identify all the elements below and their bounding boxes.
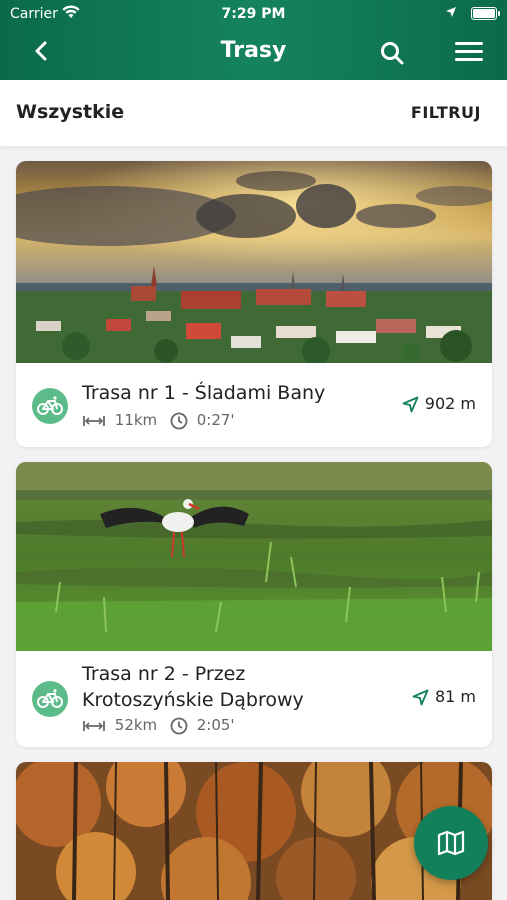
route-length: 52km bbox=[114, 716, 158, 734]
route-card[interactable]: Trasa nr 2 - Przez Krotoszyńskie Dąbrowy… bbox=[16, 462, 492, 747]
navigation-arrow-icon bbox=[402, 396, 419, 413]
filter-bar: Wszystkie FILTRUJ bbox=[0, 80, 507, 146]
route-meta: 11km 0:27' bbox=[82, 411, 235, 430]
route-info: Trasa nr 2 - Przez Krotoszyńskie Dąbrowy… bbox=[16, 651, 492, 747]
route-name: Trasa nr 2 - Przez Krotoszyńskie Dąbrowy bbox=[82, 661, 304, 713]
all-routes-label: Wszystkie bbox=[16, 101, 125, 123]
page-title: Trasy bbox=[220, 38, 287, 63]
route-name: Trasa nr 1 - Śladami Bany bbox=[82, 382, 326, 404]
route-duration: 0:27' bbox=[196, 411, 235, 429]
location-arrow-icon bbox=[446, 7, 456, 17]
search-icon[interactable] bbox=[378, 39, 406, 67]
route-card[interactable]: Trasa nr 1 - Śladami Bany 11km 0:27' 902… bbox=[16, 161, 492, 447]
length-icon bbox=[83, 720, 105, 731]
nav-bar: Trasy bbox=[0, 30, 507, 76]
navigation-arrow-icon bbox=[412, 689, 429, 706]
route-distance: 81 m bbox=[412, 687, 476, 706]
filter-button[interactable]: FILTRUJ bbox=[411, 103, 481, 122]
hamburger-menu-icon[interactable] bbox=[455, 42, 483, 64]
route-name-line2: Krotoszyńskie Dąbrowy bbox=[82, 689, 304, 711]
route-info: Trasa nr 1 - Śladami Bany 11km 0:27' 902… bbox=[16, 363, 492, 447]
route-length: 11km bbox=[114, 411, 158, 429]
route-name-line1: Trasa nr 2 - Przez bbox=[82, 663, 246, 685]
length-icon bbox=[83, 415, 105, 426]
route-distance-value: 902 m bbox=[424, 394, 476, 413]
status-bar: Carrier 7:29 PM bbox=[0, 0, 507, 28]
route-image bbox=[16, 161, 492, 363]
map-button[interactable] bbox=[414, 806, 488, 880]
route-meta: 52km 2:05' bbox=[82, 716, 235, 735]
bicycle-icon bbox=[32, 681, 68, 717]
route-distance: 902 m bbox=[402, 394, 476, 413]
battery-icon bbox=[471, 7, 500, 20]
clock-icon bbox=[170, 412, 188, 429]
route-distance-value: 81 m bbox=[434, 687, 476, 706]
app-header: Carrier 7:29 PM Trasy bbox=[0, 0, 507, 80]
clock-icon bbox=[170, 717, 188, 734]
clock: 7:29 PM bbox=[221, 6, 286, 22]
route-image bbox=[16, 462, 492, 651]
bicycle-icon bbox=[32, 388, 68, 424]
route-duration: 2:05' bbox=[196, 716, 235, 734]
map-icon bbox=[437, 830, 465, 856]
